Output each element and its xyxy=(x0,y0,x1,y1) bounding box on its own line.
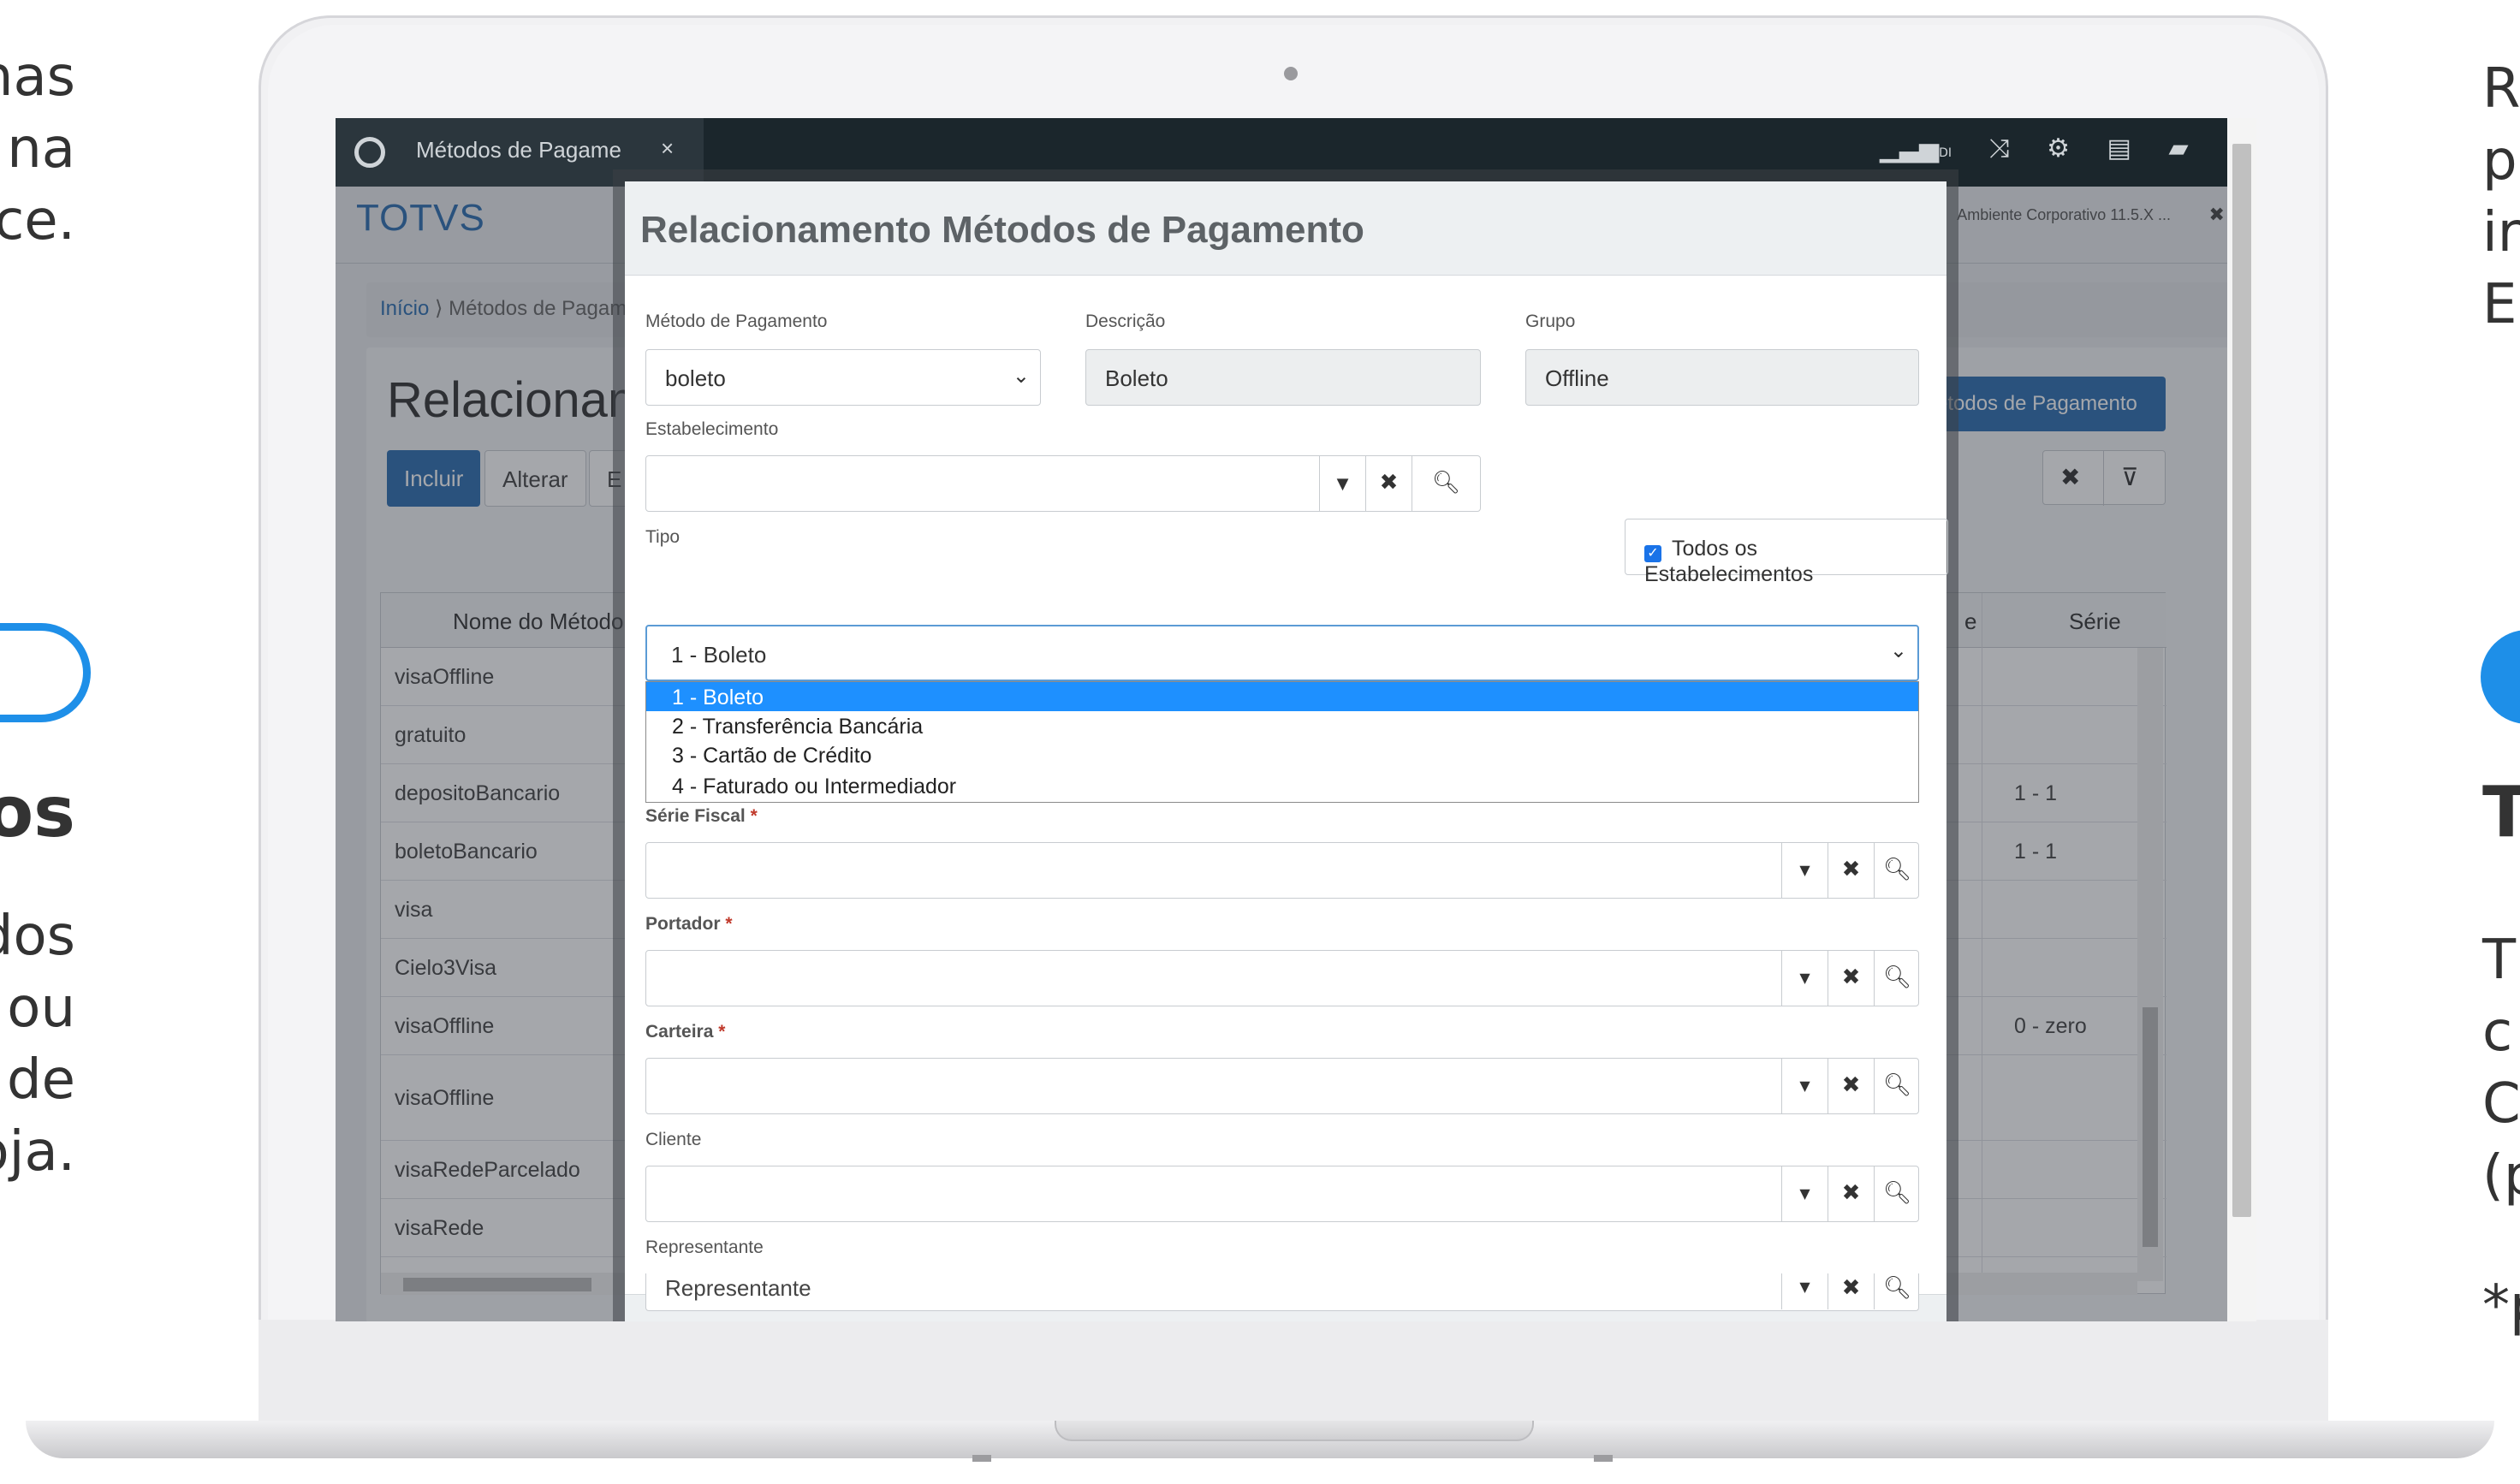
search-icon[interactable]: 🔍︎ xyxy=(1874,1273,1920,1309)
laptop-notch xyxy=(1055,1421,1534,1441)
tipo-option-faturado[interactable]: 4 - Faturado ou Intermediador xyxy=(646,771,1918,800)
clear-icon[interactable]: ✖ xyxy=(1828,1059,1874,1113)
right-text-1: R xyxy=(2482,57,2520,121)
totvs-logo-icon xyxy=(354,137,385,168)
laptop-chin xyxy=(259,1320,2328,1422)
left-text-6: de xyxy=(7,1048,75,1112)
right-text-6: c xyxy=(2482,1000,2513,1064)
clear-icon[interactable]: ✖ xyxy=(1828,951,1874,1006)
right-text-4: E xyxy=(2482,273,2517,336)
todos-estabelecimentos-checkbox[interactable]: ✓ Todos os Estabelecimentos xyxy=(1625,519,1948,586)
estabelecimento-label: Estabelecimento xyxy=(645,419,779,439)
left-text-1: nas xyxy=(0,45,75,109)
document-icon[interactable]: ▤ xyxy=(2107,134,2131,163)
representante-lookup-body[interactable]: Representante ▼ ✖ 🔍︎ xyxy=(645,1273,1919,1311)
left-text-3: ce. xyxy=(0,189,75,252)
laptop-foot-right xyxy=(1594,1455,1613,1462)
left-text-2: na xyxy=(7,117,75,181)
right-text-3: ir xyxy=(2482,201,2520,264)
left-heading: os xyxy=(0,772,75,853)
chevron-down-icon: ⌄ xyxy=(1889,638,1907,662)
clear-icon[interactable]: ✖ xyxy=(1828,843,1874,898)
descricao-field[interactable]: Boleto xyxy=(1085,349,1481,406)
carteira-label: Carteira * xyxy=(645,1022,726,1042)
dropdown-caret-icon[interactable]: ▼ xyxy=(1781,1273,1828,1309)
toggle-icon-right xyxy=(2481,630,2520,724)
screen: Métodos de Pagament × ▁▃▅DI ⤨ ⚙ ▤ ▰ ? TO… xyxy=(336,118,2256,1321)
tipo-option-cartao[interactable]: 3 - Cartão de Crédito xyxy=(646,740,1918,769)
gear-icon[interactable]: ⚙ xyxy=(2047,134,2070,163)
todos-estabelecimentos-label: Todos os Estabelecimentos xyxy=(1644,537,1814,586)
estabelecimento-lookup[interactable]: ▼ ✖ 🔍︎ xyxy=(645,455,1481,512)
right-text-7: C xyxy=(2482,1072,2520,1136)
camera-icon xyxy=(1284,67,1298,80)
chevron-down-icon: ⌄ xyxy=(1012,364,1030,388)
dropdown-caret-icon[interactable]: ▼ xyxy=(1781,1166,1828,1221)
right-text-9: *p xyxy=(2482,1274,2520,1338)
right-text-2: p xyxy=(2482,129,2517,193)
search-icon[interactable]: 🔍︎ xyxy=(1412,456,1480,511)
shuffle-icon[interactable]: ⤨ xyxy=(1989,134,2010,163)
tipo-dropdown-list: 1 - Boleto 2 - Transferência Bancária 3 … xyxy=(645,681,1919,803)
cliente-label: Cliente xyxy=(645,1130,702,1149)
portador-label: Portador * xyxy=(645,914,733,934)
browser-tabbar: Métodos de Pagament × ▁▃▅DI ⤨ ⚙ ▤ ▰ ? xyxy=(336,118,2256,187)
tab-metodos[interactable]: Métodos de Pagament × xyxy=(336,118,704,187)
search-icon[interactable]: 🔍︎ xyxy=(1874,1059,1920,1113)
dropdown-caret-icon[interactable]: ▼ xyxy=(1319,456,1365,511)
left-text-7: oja. xyxy=(0,1120,75,1184)
dropdown-caret-icon[interactable]: ▼ xyxy=(1781,951,1828,1006)
serie-fiscal-lookup[interactable]: ▼ ✖ 🔍︎ xyxy=(645,842,1919,899)
right-heading: T xyxy=(2482,772,2520,853)
left-text-4: dos xyxy=(0,905,75,968)
metodo-select[interactable]: boleto ⌄ xyxy=(645,349,1041,406)
tipo-option-boleto[interactable]: 1 - Boleto xyxy=(646,682,1918,711)
modal-title: Relacionamento Métodos de Pagamento xyxy=(640,209,1364,251)
tipo-label: Tipo xyxy=(645,527,681,547)
dropdown-caret-icon[interactable]: ▼ xyxy=(1781,1059,1828,1113)
tipo-option-transferencia[interactable]: 2 - Transferência Bancária xyxy=(646,711,1918,740)
dropdown-caret-icon[interactable]: ▼ xyxy=(1781,843,1828,898)
clear-icon[interactable]: ✖ xyxy=(1828,1166,1874,1221)
toggle-icon xyxy=(0,623,91,722)
descricao-label: Descrição xyxy=(1085,312,1166,331)
representante-label: Representante xyxy=(645,1238,764,1257)
tipo-select[interactable]: 1 - Boleto ⌄ xyxy=(645,625,1919,681)
relacionamento-modal: Relacionamento Métodos de Pagamento Méto… xyxy=(625,181,1948,1321)
modal-header: Relacionamento Métodos de Pagamento xyxy=(625,181,1946,276)
grupo-field[interactable]: Offline xyxy=(1525,349,1919,406)
signal-icon[interactable]: ▁▃▅DI xyxy=(1880,134,1952,163)
search-icon[interactable]: 🔍︎ xyxy=(1874,951,1920,1006)
chat-icon[interactable]: ▰ xyxy=(2168,134,2188,163)
page-scroll-thumb[interactable] xyxy=(2232,144,2251,1217)
tab-title: Métodos de Pagament xyxy=(416,137,621,163)
clear-icon[interactable]: ✖ xyxy=(1365,456,1412,511)
metodo-label: Método de Pagamento xyxy=(645,312,828,331)
laptop-foot-left xyxy=(972,1455,991,1462)
portador-lookup[interactable]: ▼ ✖ 🔍︎ xyxy=(645,950,1919,1006)
right-text-8: (p xyxy=(2482,1144,2520,1208)
left-text-5: ou xyxy=(7,976,75,1040)
checkbox-checked-icon[interactable]: ✓ xyxy=(1644,545,1661,562)
search-icon[interactable]: 🔍︎ xyxy=(1874,843,1920,898)
search-icon[interactable]: 🔍︎ xyxy=(1874,1166,1920,1221)
right-text-5: T xyxy=(2482,929,2517,992)
carteira-lookup[interactable]: ▼ ✖ 🔍︎ xyxy=(645,1058,1919,1114)
serie-fiscal-label: Série Fiscal * xyxy=(645,806,758,826)
cliente-lookup[interactable]: ▼ ✖ 🔍︎ xyxy=(645,1166,1919,1222)
tab-close-icon[interactable]: × xyxy=(661,135,674,162)
toolbar-icons: ▁▃▅DI ⤨ ⚙ ▤ ▰ ? xyxy=(1851,134,2239,163)
grupo-label: Grupo xyxy=(1525,312,1576,331)
clear-icon[interactable]: ✖ xyxy=(1828,1273,1874,1309)
